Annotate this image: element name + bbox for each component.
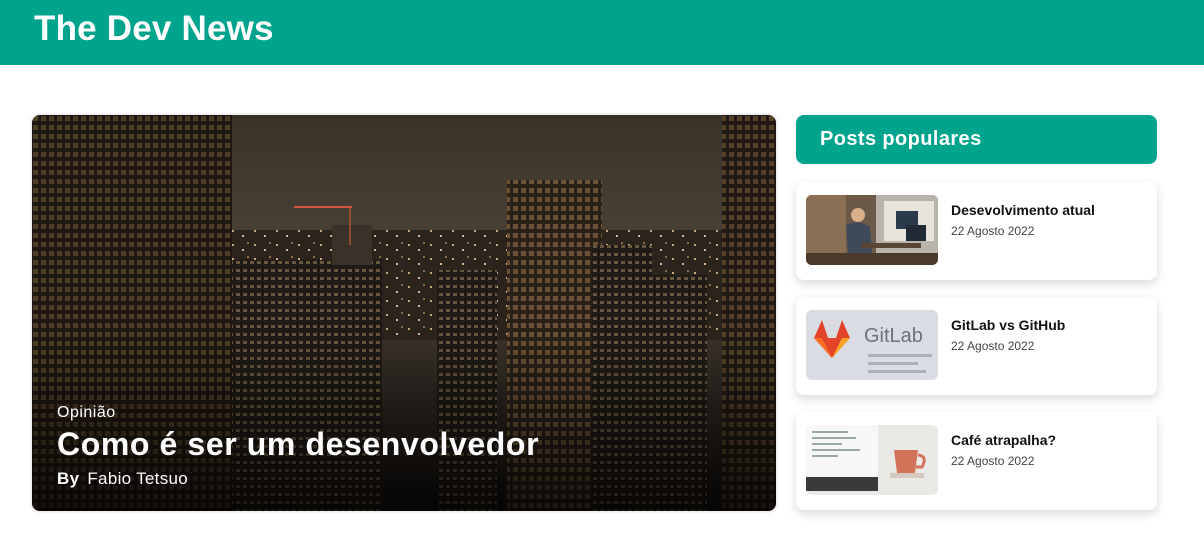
site-title[interactable]: The Dev News [34, 9, 274, 49]
byline-label: By [57, 469, 80, 488]
popular-post-date: 22 Agosto 2022 [951, 339, 1035, 353]
svg-text:GitLab: GitLab [864, 325, 923, 347]
featured-author[interactable]: Fabio Tetsuo [87, 469, 188, 488]
popular-post-date: 22 Agosto 2022 [951, 454, 1035, 468]
featured-title[interactable]: Como é ser um desenvolvedor [57, 426, 539, 463]
popular-posts-heading: Posts populares [796, 115, 1157, 164]
featured-category[interactable]: Opinião [57, 404, 539, 422]
featured-post-card[interactable]: Opinião Como é ser um desenvolvedor By F… [32, 115, 776, 511]
featured-post-text: Opinião Como é ser um desenvolvedor By F… [57, 404, 539, 489]
coffee-cup-laptop-image[interactable] [806, 425, 938, 495]
popular-post-title[interactable]: Desevolvimento atual [951, 202, 1095, 218]
popular-post-date: 22 Agosto 2022 [951, 224, 1035, 238]
popular-post-title[interactable]: Café atrapalha? [951, 432, 1056, 448]
popular-post-item[interactable]: GitLab GitLab vs GitHub 22 Agosto 2022 [796, 297, 1157, 395]
popular-post-item[interactable]: Café atrapalha? 22 Agosto 2022 [796, 412, 1157, 510]
developer-at-desk-image[interactable] [806, 195, 938, 265]
gitlab-logo-image[interactable]: GitLab [806, 310, 938, 380]
top-header: The Dev News [0, 0, 1204, 65]
popular-posts-sidebar: Posts populares Desevolvimento atual 22 … [796, 115, 1157, 510]
popular-post-title[interactable]: GitLab vs GitHub [951, 317, 1065, 333]
popular-post-item[interactable]: Desevolvimento atual 22 Agosto 2022 [796, 182, 1157, 280]
featured-byline: By Fabio Tetsuo [57, 469, 539, 489]
